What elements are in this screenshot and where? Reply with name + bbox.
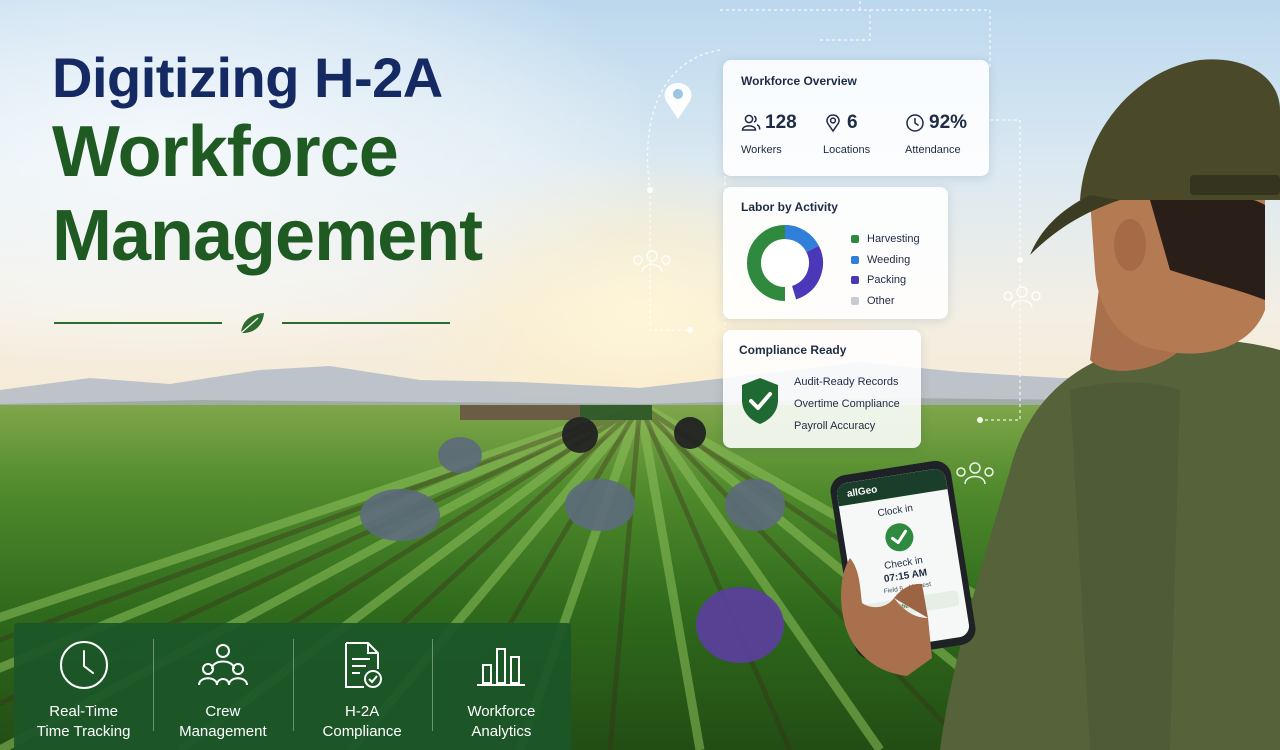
stat-workers: 128 Workers	[741, 112, 821, 156]
farmer-with-phone	[940, 59, 1280, 750]
legend-label: Harvesting	[867, 233, 920, 246]
card-title: Workforce Overview	[741, 74, 857, 88]
title-line-2: Workforce	[52, 112, 399, 192]
activity-legend: Harvesting Weeding Packing Other	[851, 229, 920, 311]
card-title: Labor by Activity	[741, 200, 838, 214]
divider-rule-right	[282, 322, 450, 324]
compliance-item: Payroll Accuracy	[794, 420, 876, 432]
compliance-ready-card: Compliance Ready Audit-Ready Records Ove…	[723, 330, 921, 448]
legend-label: Weeding	[867, 253, 911, 266]
feature-label: Crew Management	[179, 703, 267, 740]
legend-swatch	[851, 235, 859, 244]
feature-label: H-2A Compliance	[322, 703, 402, 740]
legend-label: Packing	[867, 274, 907, 287]
bar-chart-icon	[477, 648, 526, 686]
legend-swatch	[851, 296, 859, 305]
crew-icon	[197, 644, 248, 686]
group-icon-left	[633, 250, 671, 273]
stat-label: Locations	[823, 144, 871, 156]
legend-swatch	[851, 276, 859, 285]
legend-item-packing: Packing	[851, 270, 920, 291]
location-pin-icon	[826, 114, 840, 133]
legend-swatch	[851, 255, 859, 264]
divider-rule-left	[54, 322, 222, 324]
leaf-icon	[240, 313, 264, 334]
legend-item-other: Other	[851, 291, 920, 312]
stat-value: 128	[765, 112, 797, 133]
stat-label: Workers	[741, 144, 782, 156]
feature-bar: Real-Time Time Tracking Crew Management …	[14, 623, 571, 750]
title-line-1: Digitizing H-2A	[52, 46, 443, 109]
feature-label: Workforce Analytics	[467, 703, 536, 740]
compliance-list: Audit-Ready Records Overtime Compliance …	[794, 375, 900, 441]
stat-value: 6	[847, 112, 858, 133]
compliance-document-icon	[345, 642, 383, 688]
legend-item-harvesting: Harvesting	[851, 229, 920, 250]
clock-icon	[59, 641, 108, 689]
shield-check-icon	[742, 378, 778, 424]
labor-by-activity-card: Labor by Activity Harvesting Weeding Pac…	[723, 187, 948, 319]
card-title: Compliance Ready	[739, 343, 847, 357]
stat-locations: 6 Locations	[823, 112, 903, 156]
title-line-3: Management	[52, 196, 483, 276]
hand	[841, 558, 932, 676]
feature-time-tracking[interactable]: Real-Time Time Tracking	[14, 623, 153, 750]
feature-label: Real-Time Time Tracking	[36, 703, 131, 740]
activity-donut-chart	[747, 225, 823, 301]
compliance-item: Overtime Compliance	[794, 398, 900, 410]
feature-crew-management[interactable]: Crew Management	[153, 623, 292, 750]
map-pin-icon	[664, 83, 692, 119]
feature-h2a-compliance[interactable]: H-2A Compliance	[292, 623, 432, 750]
legend-item-weeding: Weeding	[851, 250, 920, 271]
hero-title: Digitizing H-2A Workforce Management	[52, 46, 483, 278]
title-divider	[54, 310, 450, 336]
legend-label: Other	[867, 294, 895, 307]
feature-workforce-analytics[interactable]: Workforce Analytics	[431, 623, 571, 750]
users-icon	[741, 114, 761, 131]
compliance-item: Audit-Ready Records	[794, 376, 899, 388]
